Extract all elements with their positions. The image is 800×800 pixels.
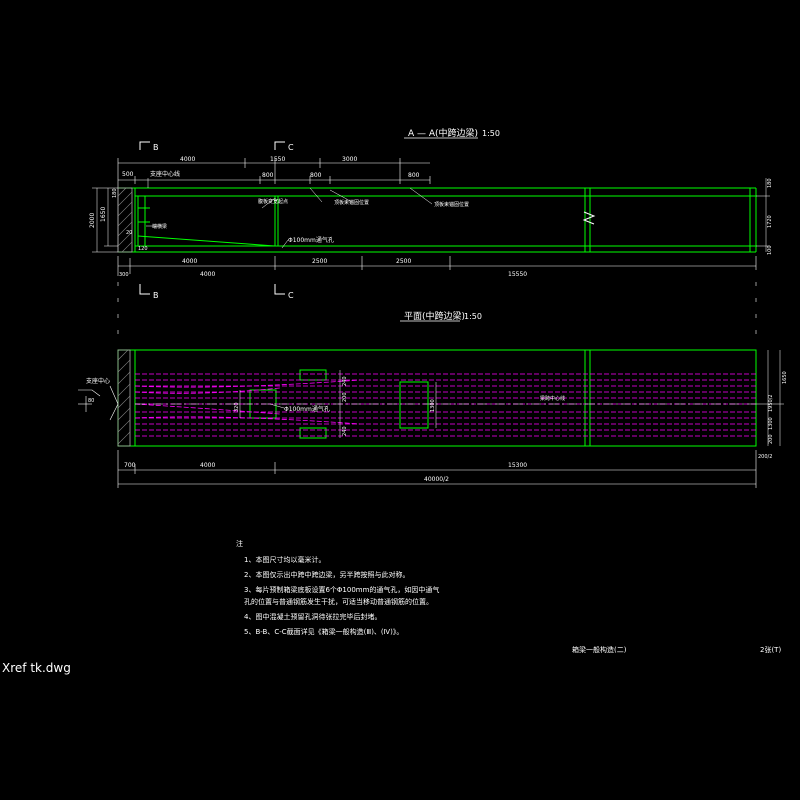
dim-plan-total: 40000/2 — [424, 476, 449, 483]
dim-plan-240-a: 240 — [342, 376, 348, 386]
dim-3000: 3000 — [342, 156, 357, 163]
dim-plan-half: 200/2 — [758, 454, 772, 460]
label-web: 腹板变宽起点 — [258, 198, 288, 205]
file-name-label: Xref tk.dwg — [2, 661, 71, 675]
dim-plan-4000: 4000 — [200, 462, 215, 469]
note-2: 2、本图仅示出中跨中跨边梁，另半跨按照与此对称。 — [244, 570, 409, 579]
dim-plan-1950-2: 1950/2 — [768, 394, 774, 412]
cut-mark-c-bottom: C — [274, 284, 294, 300]
dim-plan-80: 80 — [88, 398, 94, 404]
section-view: A — A(中跨边梁) 1:50 B C 500 4000 1550 3000 … — [89, 127, 773, 334]
dim-bottom-4000-a: 4000 — [182, 258, 197, 265]
dim-left-20: 20 — [126, 230, 132, 236]
pier-annotation — [78, 385, 119, 421]
section-title: A — A(中跨边梁) — [408, 127, 478, 139]
label-end: 端横梁 — [152, 223, 167, 230]
dim-plan-1300: 1300 — [430, 399, 436, 412]
dim-bottom-15550: 15550 — [508, 271, 527, 278]
cut-b-label-bottom: B — [153, 291, 159, 300]
plan-title: 平面(中跨边梁) — [404, 310, 465, 322]
dim-plan-1300-r: 1300 — [768, 417, 774, 430]
label-pipe-plan: Φ100mm通气孔 — [284, 405, 330, 413]
note-4: 4、图中混凝土预留孔洞待张拉完毕后封堵。 — [244, 612, 381, 621]
dim-500: 500 — [122, 171, 134, 178]
dim-bottom-300: 300 — [119, 272, 129, 278]
abutment-hatch — [117, 187, 133, 253]
drawing-title: 箱梁一般构造(二) — [572, 645, 627, 654]
label-pier: 支座中心 — [86, 377, 110, 385]
cut-mark-b-top: B — [139, 141, 159, 152]
dim-plan-15300: 15300 — [508, 462, 527, 469]
note-3: 3、每片预制箱梁底板设置6个Φ100mm的通气孔，如因中通气 — [244, 585, 439, 594]
label-anchor-1: 顶板束锚固位置 — [334, 199, 369, 206]
cut-mark-c-top: C — [274, 141, 294, 152]
cut-b-label-top: B — [153, 143, 159, 152]
label-center: 梁跨中心线 — [540, 395, 565, 402]
dim-left-180: 180 — [112, 188, 118, 198]
dim-800-b: 800 — [310, 172, 322, 179]
note-1: 1、本图尺寸均以毫米计。 — [244, 555, 325, 564]
cut-mark-b-bottom: B — [139, 284, 159, 300]
dim-plan-240-b: 240 — [342, 426, 348, 436]
dim-plan-1650: 1650 — [782, 371, 788, 384]
dim-800-c: 800 — [408, 172, 420, 179]
dim-plan-700: 700 — [124, 462, 136, 469]
pier-hatch — [117, 349, 131, 447]
plan-scale: 1:50 — [464, 312, 482, 321]
dim-plan-200: 200 — [342, 392, 348, 402]
dim-left-2000: 2000 — [89, 213, 96, 228]
note-3-cont: 孔的位置与普通钢筋发生干扰，可适当移动普通钢筋的位置。 — [244, 597, 433, 606]
dim-plan-200-r: 200 — [768, 434, 774, 444]
dim-right-1720: 1720 — [767, 215, 773, 228]
dim-4000-top: 4000 — [180, 156, 195, 163]
label-pipe-section: Φ100mm通气孔 — [288, 236, 334, 244]
label-anchor-2: 顶板束锚固位置 — [434, 201, 469, 208]
beam-elevation — [118, 187, 757, 253]
section-scale: 1:50 — [482, 129, 500, 138]
dim-plan-320: 320 — [234, 402, 240, 412]
notes-block: 注 1、本图尺寸均以毫米计。 2、本图仅示出中跨中跨边梁，另半跨按照与此对称。 … — [236, 539, 439, 636]
cut-c-label-top: C — [288, 143, 294, 152]
sheet-number: 2张(T) — [760, 645, 781, 654]
dim-bottom-2500-b: 2500 — [396, 258, 411, 265]
dim-right-100: 100 — [767, 245, 773, 255]
plan-view: 平面(中跨边梁) 1:50 240 200 240 320 1300 Φ100m… — [78, 310, 788, 488]
right-dimensions-section — [756, 178, 770, 252]
note-5: 5、B-B、C-C截面详见《箱梁一般构造(Ⅲ)、(Ⅳ)》。 — [244, 627, 403, 636]
dim-1550: 1550 — [270, 156, 285, 163]
notes-heading: 注 — [236, 539, 243, 548]
dim-left-120: 120 — [138, 246, 148, 252]
title-block: 箱梁一般构造(二) 2张(T) — [572, 645, 781, 654]
dim-800-a: 800 — [262, 172, 274, 179]
side-ticks — [117, 282, 757, 334]
dim-right-180: 180 — [767, 178, 773, 188]
tendons — [134, 373, 756, 437]
dim-bottom-4000-b: 4000 — [200, 271, 215, 278]
label-support: 支座中心线 — [150, 170, 180, 178]
cut-c-label-bottom: C — [288, 291, 294, 300]
dim-bottom-2500-a: 2500 — [312, 258, 327, 265]
cad-drawing: A — A(中跨边梁) 1:50 B C 500 4000 1550 3000 … — [78, 127, 788, 654]
dim-left-1650: 1650 — [100, 207, 107, 222]
